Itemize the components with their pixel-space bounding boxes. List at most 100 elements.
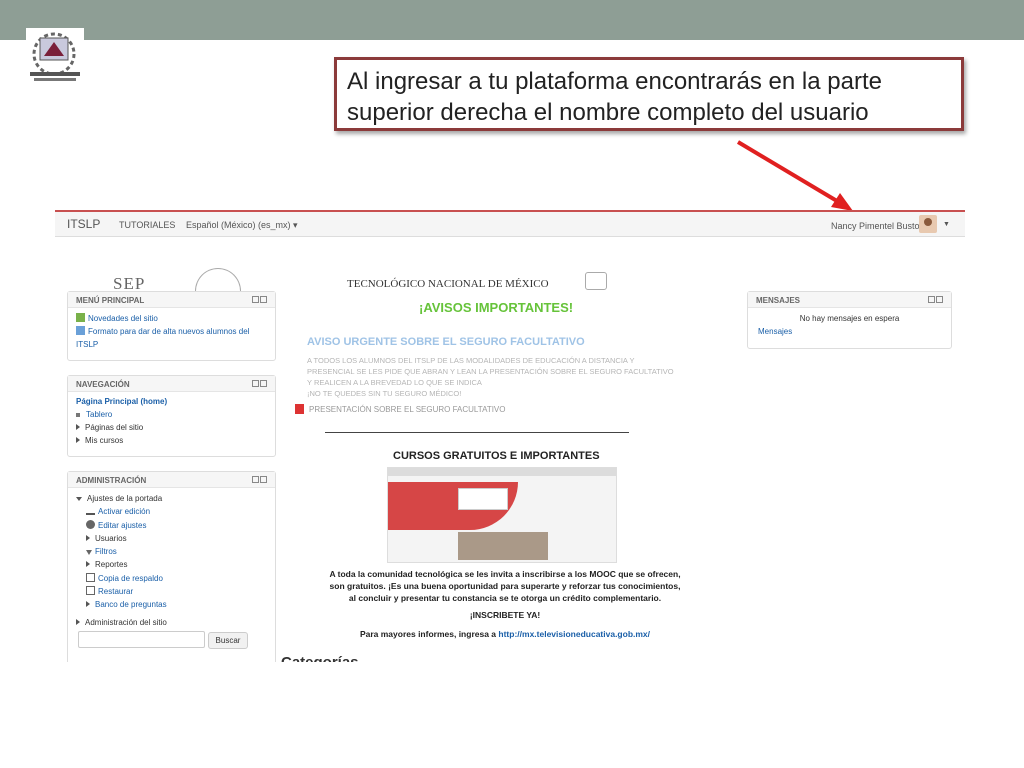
info-text: Para mayores informes, ingresa a http://… xyxy=(295,629,715,639)
admin-sitio-label: Administración del sitio xyxy=(85,617,167,627)
admin-usuarios[interactable]: Usuarios xyxy=(76,532,267,545)
admin-item-label: Activar edición xyxy=(98,507,151,517)
menu-principal-title: MENÚ PRINCIPAL xyxy=(76,296,145,305)
nav-tutoriales[interactable]: TUTORIALES xyxy=(119,220,175,230)
top-navbar: ITSLP TUTORIALES Español (México) (es_mx… xyxy=(55,212,965,237)
navegacion-header: NAVEGACIÓN xyxy=(68,376,275,392)
divider xyxy=(325,432,629,433)
language-label: Español (México) (es_mx) xyxy=(186,220,291,230)
aviso-line: Y REALICEN A LA BREVEDAD LO QUE SE INDIC… xyxy=(307,378,482,387)
admin-restaurar[interactable]: Restaurar xyxy=(76,585,267,598)
mensajes-empty: No hay mensajes en espera xyxy=(799,314,900,323)
mensajes-header: MENSAJES xyxy=(748,292,951,308)
restore-icon xyxy=(86,586,95,596)
slide: Al ingresar a tu plataforma encontrarás … xyxy=(0,0,1024,768)
menu-item-novedades[interactable]: Novedades del sitio xyxy=(76,312,267,325)
menu-item-label: Novedades del sitio xyxy=(88,314,158,323)
televisioneducativa-link[interactable]: http://mx.televisioneducativa.gob.mx/ xyxy=(498,629,650,639)
aviso-line: PRESENCIAL SE LES PIDE QUE ABRAN Y LEAN … xyxy=(307,367,674,376)
nav-home-link[interactable]: Página Principal (home) xyxy=(76,395,267,408)
mexico-seal-icon xyxy=(195,268,241,292)
administracion-title: ADMINISTRACIÓN xyxy=(76,476,147,485)
chevron-right-icon xyxy=(76,437,80,443)
mooc-banner-image[interactable] xyxy=(387,467,617,563)
msg-line: al concluir y presentar tu constancia se… xyxy=(348,593,662,603)
info-prefix: Para mayores informes, ingresa a xyxy=(359,629,497,639)
admin-activar-edicion[interactable]: Activar edición xyxy=(76,505,267,518)
block-controls-icon[interactable] xyxy=(251,476,267,485)
document-icon xyxy=(76,326,85,335)
aviso-line: A TODOS LOS ALUMNOS DEL ITSLP DE LAS MOD… xyxy=(307,356,635,365)
nav-item-cursos[interactable]: Mis cursos xyxy=(76,434,267,447)
chevron-down-icon xyxy=(76,497,82,501)
navegacion-title: NAVEGACIÓN xyxy=(76,380,130,389)
block-controls-icon[interactable] xyxy=(251,296,267,305)
admin-item-label: Usuarios xyxy=(95,533,127,543)
cursos-heading: CURSOS GRATUITOS E IMPORTANTES xyxy=(393,450,600,462)
search-input[interactable] xyxy=(78,631,205,648)
categorias-heading: Categorías xyxy=(281,654,359,662)
nav-item-tablero[interactable]: Tablero xyxy=(76,408,267,421)
admin-copia[interactable]: Copia de respaldo xyxy=(76,572,267,585)
bullet-icon xyxy=(76,413,80,417)
gear-icon xyxy=(86,519,95,529)
backup-icon xyxy=(86,572,95,582)
avisos-heading: ¡AVISOS IMPORTANTES! xyxy=(419,300,574,315)
filter-icon xyxy=(86,550,92,556)
chevron-right-icon xyxy=(86,561,90,568)
nav-item-label: Páginas del sitio xyxy=(85,423,144,432)
mensajes-link[interactable]: Mensajes xyxy=(758,325,941,338)
admin-item-label: Reportes xyxy=(95,560,128,570)
block-controls-icon[interactable] xyxy=(251,380,267,389)
chevron-down-icon[interactable]: ▼ xyxy=(943,221,950,228)
admin-item-label: Banco de preguntas xyxy=(95,600,167,610)
menu-principal-block: MENÚ PRINCIPAL Novedades del sitio Forma… xyxy=(67,291,276,361)
platform-screenshot: ITSLP TUTORIALES Español (México) (es_mx… xyxy=(55,210,965,662)
presentacion-label: PRESENTACIÓN SOBRE EL SEGURO FACULTATIVO xyxy=(309,405,506,414)
admin-editar-ajustes[interactable]: Editar ajustes xyxy=(76,519,267,532)
chevron-right-icon xyxy=(86,601,90,608)
nav-item-label: Tablero xyxy=(86,410,113,419)
admin-filtros[interactable]: Filtros xyxy=(76,545,267,558)
aviso-body: A TODOS LOS ALUMNOS DEL ITSLP DE LAS MOD… xyxy=(307,355,707,399)
block-controls-icon[interactable] xyxy=(927,296,943,305)
admin-sitio[interactable]: Administración del sitio xyxy=(76,616,267,629)
presentacion-link[interactable]: PRESENTACIÓN SOBRE EL SEGURO FACULTATIVO xyxy=(295,404,505,414)
msg-line: A toda la comunidad tecnológica se les i… xyxy=(329,569,681,579)
menu-item-label: Formato para dar de alta nuevos alumnos … xyxy=(76,327,250,349)
aviso-line: ¡NO TE QUEDES SIN TU SEGURO MÉDICO! xyxy=(307,389,462,398)
nav-item-paginas[interactable]: Páginas del sitio xyxy=(76,421,267,434)
forum-icon xyxy=(76,313,85,322)
mensajes-title: MENSAJES xyxy=(756,296,801,305)
user-name[interactable]: Nancy Pimentel Bustos xyxy=(831,221,924,231)
tecnm-logo-icon xyxy=(585,272,607,290)
pencil-icon xyxy=(86,506,95,516)
language-menu[interactable]: Español (México) (es_mx) ▾ xyxy=(186,220,298,231)
nav-item-label: Mis cursos xyxy=(85,436,124,445)
avatar[interactable] xyxy=(919,215,937,233)
admin-item-label: Editar ajustes xyxy=(98,520,147,530)
admin-portada-label: Ajustes de la portada xyxy=(87,494,163,503)
navegacion-block: NAVEGACIÓN Página Principal (home) Table… xyxy=(67,375,276,457)
menu-principal-header: MENÚ PRINCIPAL xyxy=(68,292,275,308)
inscribete-text: ¡INSCRIBETE YA! xyxy=(469,610,541,620)
chevron-right-icon xyxy=(76,618,80,625)
search-button[interactable]: Buscar xyxy=(208,632,248,649)
chevron-right-icon xyxy=(76,424,80,430)
chevron-right-icon xyxy=(86,534,90,541)
msg-line: son gratuitos. ¡Es una buena oportunidad… xyxy=(329,581,681,591)
admin-banco[interactable]: Banco de preguntas xyxy=(76,598,267,611)
administracion-header: ADMINISTRACIÓN xyxy=(68,472,275,488)
admin-item-label: Restaurar xyxy=(98,587,134,597)
admin-portada[interactable]: Ajustes de la portada xyxy=(76,492,267,505)
menu-item-formato[interactable]: Formato para dar de alta nuevos alumnos … xyxy=(76,325,267,351)
site-brand[interactable]: ITSLP xyxy=(67,217,100,231)
tecnm-title: TECNOLÓGICO NACIONAL DE MÉXICO xyxy=(347,278,549,290)
admin-item-label: Copia de respaldo xyxy=(98,573,163,583)
admin-item-label: Filtros xyxy=(95,547,117,557)
mooc-message: A toda la comunidad tecnológica se les i… xyxy=(295,568,715,604)
admin-reportes[interactable]: Reportes xyxy=(76,558,267,571)
mensajes-block: MENSAJES No hay mensajes en espera Mensa… xyxy=(747,291,952,349)
pdf-icon xyxy=(295,404,304,414)
aviso-title: AVISO URGENTE SOBRE EL SEGURO FACULTATIV… xyxy=(307,336,585,348)
